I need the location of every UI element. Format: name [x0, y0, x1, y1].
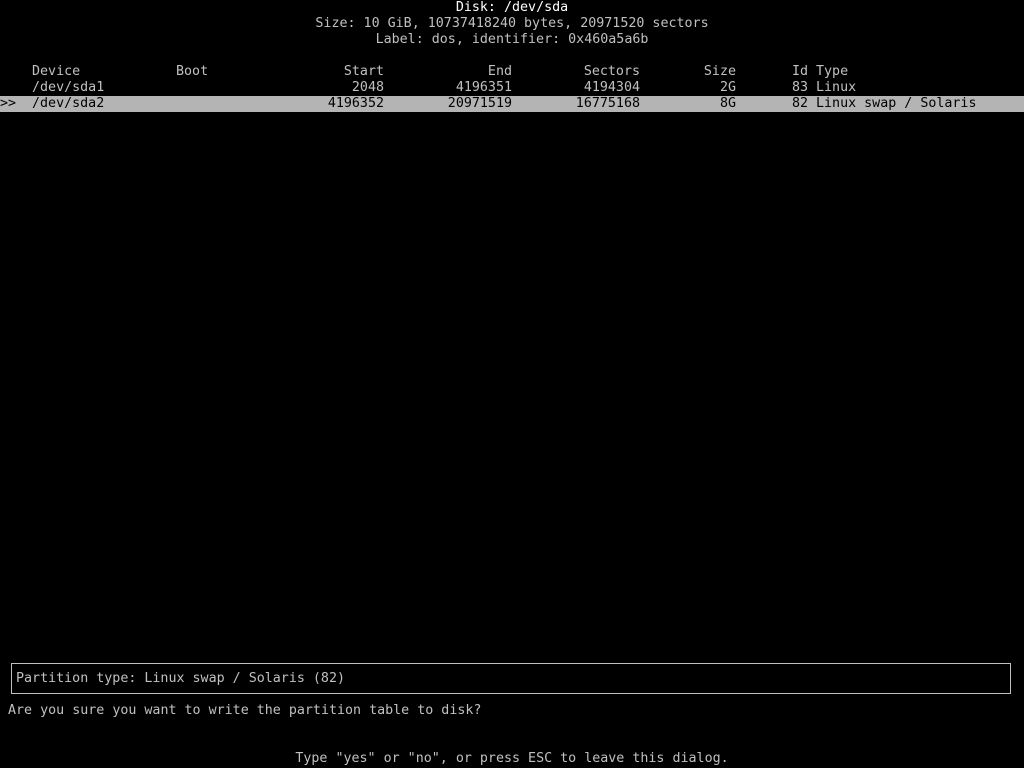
column-header-device: Device — [32, 64, 81, 79]
partition-type-info: Partition type: Linux swap / Solaris (82… — [16, 671, 345, 686]
partition-size: 8G — [719, 96, 736, 111]
partition-row-selected[interactable]: >> /dev/sda2 4196352 20971519 16775168 8… — [0, 96, 1024, 112]
partition-sectors: 16775168 — [575, 96, 640, 111]
row-selection-marker: >> — [0, 96, 17, 111]
partition-sectors: 4194304 — [583, 80, 640, 95]
partition-type: Linux — [816, 80, 857, 95]
disk-size-info: Size: 10 GiB, 10737418240 bytes, 2097152… — [315, 16, 709, 31]
column-header-end: End — [487, 64, 512, 79]
confirmation-hint: Type "yes" or "no", or press ESC to leav… — [295, 751, 729, 766]
partition-device: /dev/sda1 — [32, 80, 105, 95]
partition-info-box: Partition type: Linux swap / Solaris (82… — [11, 663, 1011, 694]
column-header-size: Size — [703, 64, 736, 79]
column-header-id: Id — [791, 64, 808, 79]
disk-label-info: Label: dos, identifier: 0x460a5a6b — [375, 32, 649, 47]
partition-device: /dev/sda2 — [32, 96, 105, 111]
text-cursor[interactable] — [488, 703, 496, 719]
column-header-start: Start — [343, 64, 384, 79]
partition-row[interactable]: /dev/sda1 2048 4196351 4194304 2G 83 Lin… — [0, 80, 1024, 96]
partition-id: 82 — [791, 96, 808, 111]
partition-id: 83 — [791, 80, 808, 95]
column-header-sectors: Sectors — [583, 64, 640, 79]
partition-end: 20971519 — [447, 96, 512, 111]
partition-start: 4196352 — [327, 96, 384, 111]
write-confirmation-prompt: Are you sure you want to write the parti… — [8, 703, 482, 718]
column-header-boot: Boot — [176, 64, 209, 79]
partition-end: 4196351 — [455, 80, 512, 95]
column-header-type: Type — [816, 64, 849, 79]
disk-title: Disk: /dev/sda — [455, 0, 569, 15]
partition-size: 2G — [719, 80, 736, 95]
partition-type: Linux swap / Solaris — [816, 96, 977, 111]
partition-table-header: Device Boot Start End Sectors Size Id Ty… — [0, 64, 1024, 80]
partition-start: 2048 — [351, 80, 384, 95]
